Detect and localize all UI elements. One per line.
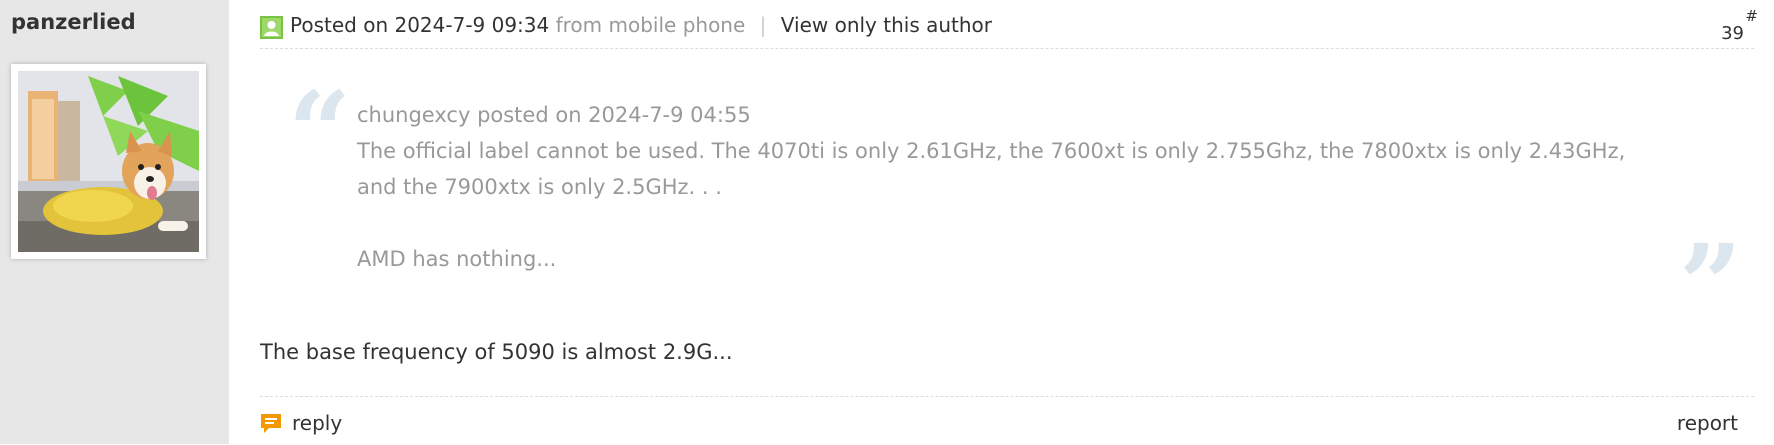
post-source: from mobile phone xyxy=(555,13,746,37)
post-meta: Posted on 2024-7-9 09:34 from mobile pho… xyxy=(290,12,992,38)
post-message: The base frequency of 5090 is almost 2.9… xyxy=(260,340,733,364)
post-footer: reply report xyxy=(260,396,1754,445)
reply-comment-icon xyxy=(261,414,281,433)
forum-post: panzerlied Posted on 2024-7-9 09:34 from… xyxy=(0,0,1774,444)
floor-hash: # xyxy=(1745,7,1758,25)
quote-line: and the 7900xtx is only 2.5GHz. . . xyxy=(357,175,722,199)
report-button[interactable]: report xyxy=(1677,411,1738,435)
avatar[interactable] xyxy=(11,64,206,259)
close-quote-icon: ” xyxy=(1678,220,1742,349)
quote-block: “ chungexcy posted on 2024-7-9 04:55 The… xyxy=(260,67,1760,340)
report-label: report xyxy=(1676,411,1738,435)
view-only-author-link[interactable]: View only this author xyxy=(781,13,992,37)
quote-spacer xyxy=(357,205,1727,241)
author-name[interactable]: panzerlied xyxy=(11,10,136,34)
quote-line: The official label cannot be used. The 4… xyxy=(357,139,1626,163)
quote-attribution: chungexcy posted on 2024-7-9 04:55 xyxy=(357,103,751,127)
author-sidebar: panzerlied xyxy=(0,0,229,444)
post-time: Posted on 2024-7-9 09:34 xyxy=(290,13,550,37)
quote-line-last: AMD has nothing... xyxy=(357,247,557,271)
user-online-icon xyxy=(260,16,283,39)
open-quote-icon: “ xyxy=(288,67,352,196)
reply-label: reply xyxy=(292,411,343,435)
quote-body: chungexcy posted on 2024-7-9 04:55 The o… xyxy=(357,97,1727,277)
post-header: Posted on 2024-7-9 09:34 from mobile pho… xyxy=(260,12,1754,49)
corgi-avatar-icon xyxy=(18,71,199,252)
reply-button[interactable]: reply xyxy=(260,411,342,435)
floor-number[interactable]: # 39 xyxy=(1721,8,1758,44)
floor-value: 39 xyxy=(1721,23,1744,44)
meta-separator: | xyxy=(759,13,767,37)
